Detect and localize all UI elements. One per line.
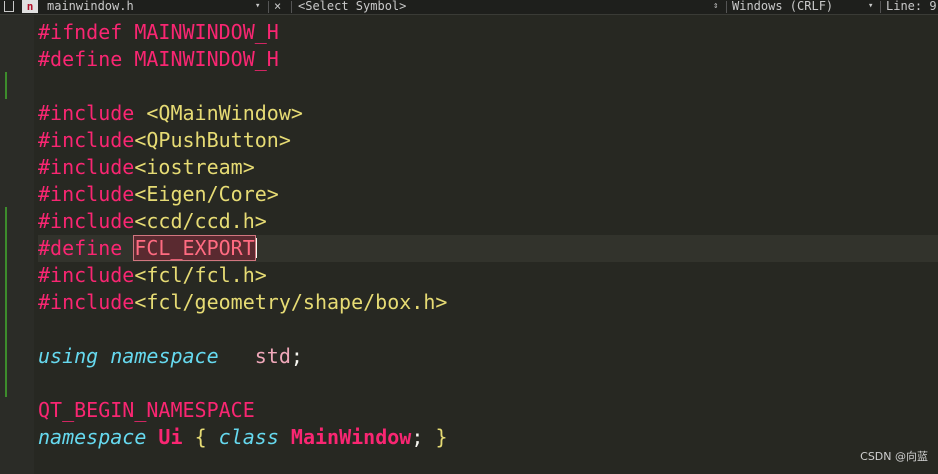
chevron-down-icon[interactable]: ▾: [255, 0, 260, 12]
divider: [880, 1, 881, 13]
code-line-13: using namespace std;: [38, 344, 303, 368]
file-name-dropdown[interactable]: mainwindow.h: [47, 0, 134, 14]
code-line-4: #include <QMainWindow>: [38, 101, 303, 125]
line-indicator: Line: 9: [886, 0, 937, 13]
text-caret: [254, 238, 257, 258]
code-line-7: #include<Eigen/Core>: [38, 182, 279, 206]
symbol-select-dropdown[interactable]: <Select Symbol>: [298, 0, 406, 14]
change-marker: [5, 72, 7, 99]
code-line-9: #define FCL_EXPORT: [38, 235, 257, 261]
change-marker: [5, 207, 7, 397]
close-file-button[interactable]: ×: [274, 0, 281, 14]
code-line-11: #include<fcl/geometry/shape/box.h>: [38, 290, 448, 314]
editor-toolbar: n mainwindow.h ▾ × <Select Symbol> ⇕ Win…: [0, 0, 938, 15]
divider: [291, 1, 292, 13]
code-line-1: #ifndef MAINWINDOW_H: [38, 20, 279, 44]
selected-text[interactable]: FCL_EXPORT: [133, 235, 256, 261]
code-line-15: QT_BEGIN_NAMESPACE: [38, 398, 255, 422]
code-line-2: #define MAINWINDOW_H: [38, 47, 279, 71]
divider: [268, 1, 269, 13]
code-line-8: #include<ccd/ccd.h>: [38, 209, 267, 233]
line-ending-dropdown[interactable]: Windows (CRLF): [732, 0, 833, 14]
chevron-updown-icon[interactable]: ⇕: [713, 0, 718, 12]
file-type-badge-icon: n: [22, 0, 38, 13]
chevron-down-icon[interactable]: ▾: [868, 0, 873, 12]
divider: [726, 1, 727, 13]
line-gutter[interactable]: [0, 15, 34, 474]
code-line-5: #include<QPushButton>: [38, 128, 291, 152]
file-icon: [4, 1, 14, 12]
code-line-16: namespace Ui { class MainWindow; }: [38, 425, 448, 449]
code-editor[interactable]: #ifndef MAINWINDOW_H #define MAINWINDOW_…: [38, 15, 938, 474]
code-line-6: #include<iostream>: [38, 155, 255, 179]
watermark: CSDN @向蓝: [860, 450, 928, 463]
code-line-10: #include<fcl/fcl.h>: [38, 263, 267, 287]
